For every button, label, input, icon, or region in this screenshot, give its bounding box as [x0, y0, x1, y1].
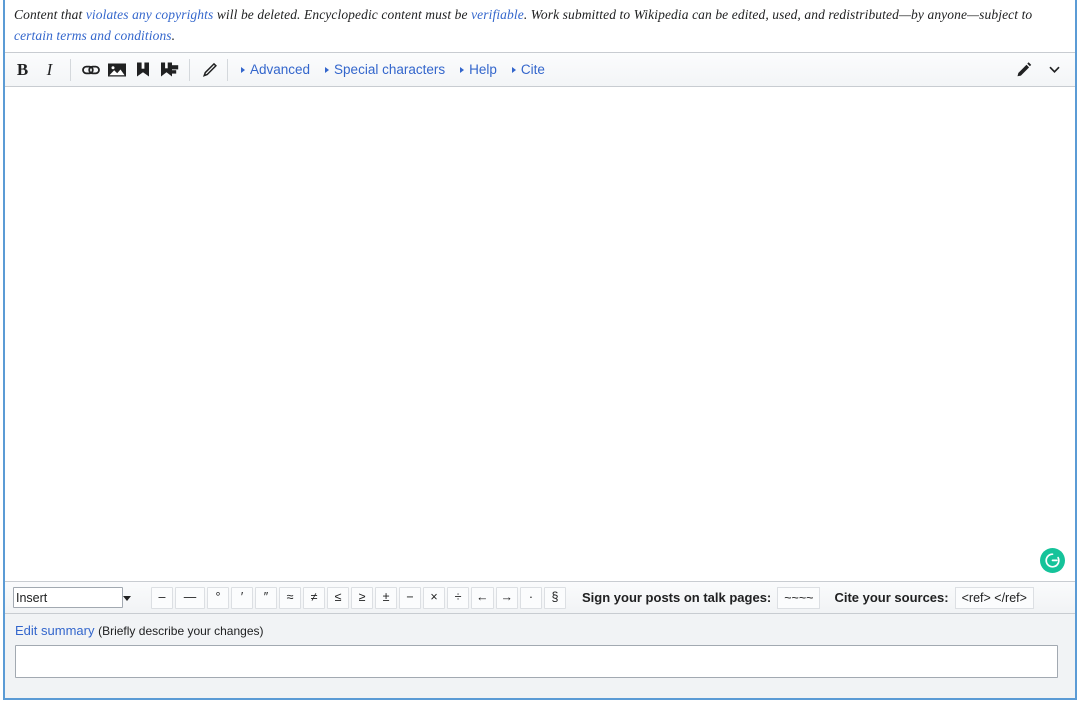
em-dash-button[interactable]: —: [175, 586, 205, 609]
copyright-text-2: will be deleted. Encyclopedic content mu…: [213, 7, 472, 22]
signature-group: [197, 53, 223, 87]
menu-advanced[interactable]: Advanced: [241, 62, 310, 77]
less-equal-button[interactable]: ≤: [327, 586, 349, 609]
greater-equal-button[interactable]: ≥: [351, 586, 373, 609]
minus-button[interactable]: −: [399, 586, 421, 609]
section-sign-button[interactable]: §: [544, 586, 566, 609]
bold-button[interactable]: B: [9, 55, 36, 85]
insert-select-wrap: InsertLatinLatin extendedIPASymbolsGreek…: [13, 587, 137, 608]
edit-summary-section: Edit summary (Briefly describe your chan…: [5, 614, 1075, 698]
pencil-icon[interactable]: [1011, 55, 1037, 85]
toolbar-divider-3: [227, 58, 228, 81]
chevron-right-icon: [511, 66, 516, 73]
edit-summary-label-text: Edit summary: [15, 623, 95, 638]
image-icon[interactable]: [104, 55, 130, 85]
copyright-text-4: .: [171, 28, 176, 43]
menu-special-characters-label: Special characters: [334, 62, 446, 77]
menu-help-label: Help: [469, 62, 497, 77]
ref-code-button[interactable]: <ref> </ref>: [954, 586, 1034, 609]
edit-summary-hint: (Briefly describe your changes): [98, 624, 264, 638]
reference-add-icon[interactable]: [156, 55, 182, 85]
right-arrow-button[interactable]: →: [495, 586, 518, 609]
middot-button[interactable]: ·: [520, 586, 542, 609]
violates-copyrights-link[interactable]: violates any copyrights: [86, 7, 214, 22]
menu-cite[interactable]: Cite: [511, 62, 545, 77]
signature-code-button[interactable]: ~~~~: [777, 586, 821, 609]
chevron-right-icon: [460, 66, 465, 73]
special-characters-bar: InsertLatinLatin extendedIPASymbolsGreek…: [5, 582, 1075, 614]
sign-posts-label: Sign your posts on talk pages:: [582, 590, 772, 605]
approx-button[interactable]: ≈: [279, 586, 301, 609]
italic-button[interactable]: I: [36, 55, 63, 85]
wikitext-textarea[interactable]: [5, 87, 1075, 582]
times-button[interactable]: ×: [423, 586, 445, 609]
special-character-buttons: – — ° ′ ″ ≈ ≠ ≤ ≥ ± − × ÷ ← → · §: [151, 586, 568, 609]
menu-advanced-label: Advanced: [250, 62, 311, 77]
plus-minus-button[interactable]: ±: [375, 586, 397, 609]
menu-cite-label: Cite: [520, 62, 545, 77]
double-prime-button[interactable]: ″: [255, 586, 277, 609]
menu-help[interactable]: Help: [460, 62, 497, 77]
toolbar-divider: [70, 58, 71, 81]
format-group: B I: [9, 53, 63, 87]
copyright-notice: Content that violates any copyrights wil…: [5, 0, 1075, 52]
toolbar-right-group: [1011, 55, 1069, 85]
insert-select[interactable]: InsertLatinLatin extendedIPASymbolsGreek…: [13, 587, 123, 608]
copyright-text-1: Content that: [14, 7, 86, 22]
toolbar-divider-2: [189, 58, 190, 81]
edit-page-frame: Content that violates any copyrights wil…: [3, 0, 1077, 700]
edit-summary-label: Edit summary (Briefly describe your chan…: [15, 623, 1065, 638]
menu-special-characters[interactable]: Special characters: [325, 62, 445, 77]
divide-button[interactable]: ÷: [447, 586, 469, 609]
degree-button[interactable]: °: [207, 586, 229, 609]
en-dash-button[interactable]: –: [151, 586, 173, 609]
grammarly-icon[interactable]: [1040, 548, 1065, 573]
reference-icon[interactable]: [130, 55, 156, 85]
chevron-right-icon: [241, 66, 245, 73]
not-equal-button[interactable]: ≠: [303, 586, 325, 609]
cite-sources-label: Cite your sources:: [834, 590, 949, 605]
verifiable-link[interactable]: verifiable: [471, 7, 524, 22]
edit-toolbar: B I Advanced Special characters Help Cit…: [5, 52, 1075, 87]
insert-group: [78, 53, 182, 87]
chevron-down-icon[interactable]: [1041, 55, 1067, 85]
terms-and-conditions-link[interactable]: certain terms and conditions: [14, 28, 172, 43]
link-icon[interactable]: [78, 55, 104, 85]
chevron-down-icon: [123, 596, 131, 601]
copyright-text-3: . Work submitted to Wikipedia can be edi…: [523, 7, 1033, 22]
left-arrow-button[interactable]: ←: [471, 586, 494, 609]
edit-summary-input[interactable]: [15, 645, 1058, 678]
pencil-icon[interactable]: [197, 55, 223, 85]
chevron-right-icon: [325, 66, 330, 73]
prime-button[interactable]: ′: [231, 586, 253, 609]
